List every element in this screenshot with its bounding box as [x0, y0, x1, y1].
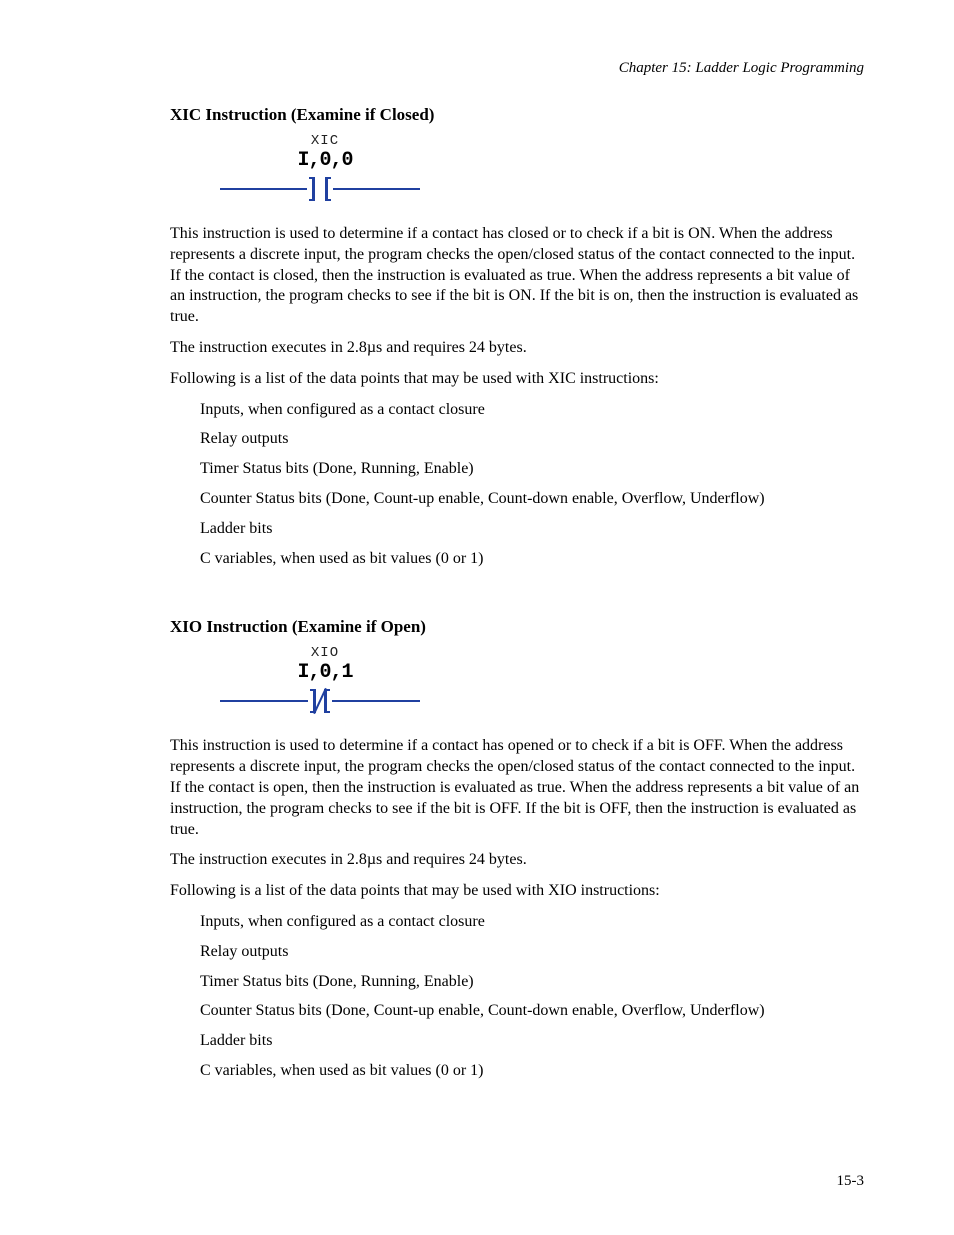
xio-diagram-address: I,0,1 — [230, 661, 420, 684]
list-item: Inputs, when configured as a contact clo… — [200, 912, 864, 933]
xic-diagram-label: XIC — [230, 133, 420, 149]
list-item: Counter Status bits (Done, Count-up enab… — [200, 489, 864, 510]
xio-paragraph-2: The instruction executes in 2.8µs and re… — [170, 850, 864, 871]
list-item: Inputs, when configured as a contact clo… — [200, 400, 864, 421]
xic-paragraph-1: This instruction is used to determine if… — [170, 224, 864, 328]
list-item: Counter Status bits (Done, Count-up enab… — [200, 1001, 864, 1022]
list-item: Ladder bits — [200, 519, 864, 540]
list-item: Relay outputs — [200, 429, 864, 450]
list-item: Timer Status bits (Done, Running, Enable… — [200, 459, 864, 480]
xic-data-list: Inputs, when configured as a contact clo… — [200, 400, 864, 570]
xio-data-list: Inputs, when configured as a contact clo… — [200, 912, 864, 1082]
xio-paragraph-1: This instruction is used to determine if… — [170, 736, 864, 840]
xio-diagram-label: XIO — [230, 645, 420, 661]
xio-ladder-diagram: XIO I,0,1 — [220, 645, 420, 716]
list-item: Relay outputs — [200, 942, 864, 963]
xio-heading: XIO Instruction (Examine if Open) — [170, 617, 864, 637]
xic-contact-symbol — [220, 174, 420, 204]
xio-contact-symbol — [220, 686, 420, 716]
page-number: 15-3 — [837, 1173, 865, 1190]
xio-paragraph-3: Following is a list of the data points t… — [170, 881, 864, 902]
xic-diagram-address: I,0,0 — [230, 149, 420, 172]
list-item: Timer Status bits (Done, Running, Enable… — [200, 972, 864, 993]
list-item: C variables, when used as bit values (0 … — [200, 1061, 864, 1082]
list-item: Ladder bits — [200, 1031, 864, 1052]
list-item: C variables, when used as bit values (0 … — [200, 549, 864, 570]
chapter-header: Chapter 15: Ladder Logic Programming — [170, 60, 864, 77]
xic-paragraph-2: The instruction executes in 2.8µs and re… — [170, 338, 864, 359]
xic-heading: XIC Instruction (Examine if Closed) — [170, 105, 864, 125]
xic-ladder-diagram: XIC I,0,0 — [220, 133, 420, 204]
xic-paragraph-3: Following is a list of the data points t… — [170, 369, 864, 390]
